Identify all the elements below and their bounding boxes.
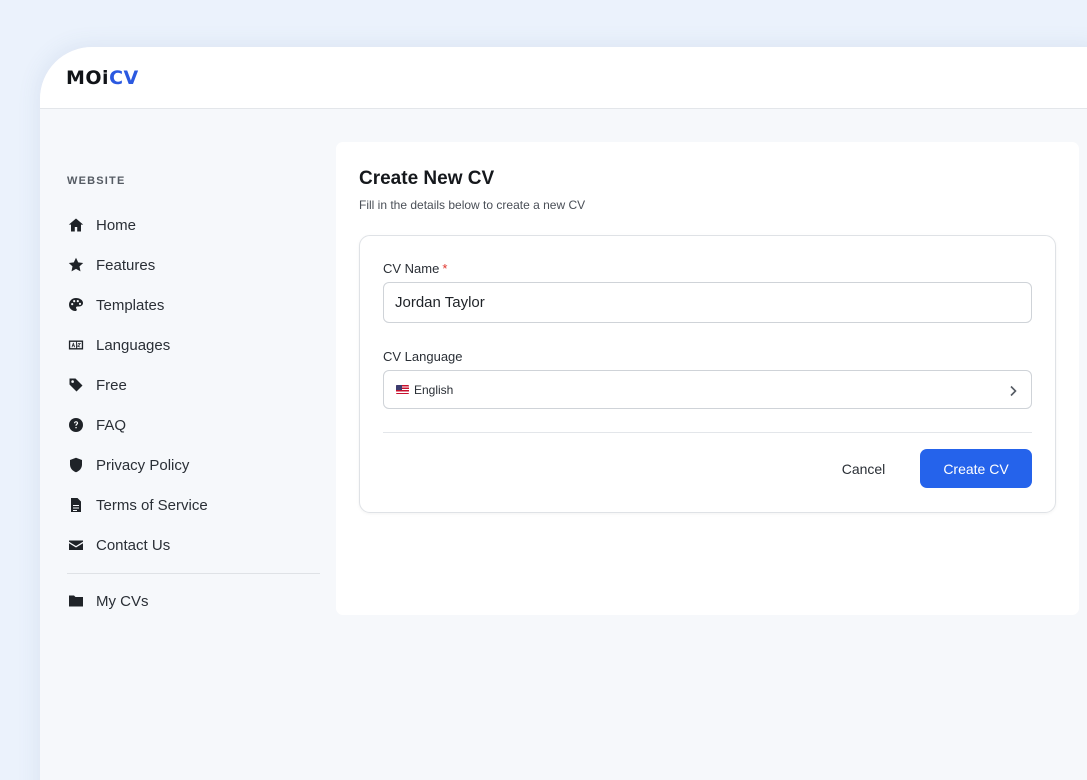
sidebar-item-faq[interactable]: FAQ bbox=[67, 405, 320, 445]
us-flag-icon bbox=[396, 385, 409, 394]
cv-language-value: English bbox=[414, 382, 454, 397]
sidebar-item-label: Templates bbox=[96, 296, 165, 314]
cv-language-select[interactable]: English bbox=[383, 370, 1032, 409]
page-title: Create New CV bbox=[359, 168, 495, 189]
cv-name-label-text: CV Name bbox=[383, 261, 440, 276]
cv-name-input[interactable] bbox=[383, 282, 1032, 323]
app-logo[interactable]: MOi CV bbox=[66, 67, 139, 89]
logo-text-moi: MOi bbox=[66, 66, 110, 89]
sidebar-item-templates[interactable]: Templates bbox=[67, 285, 320, 325]
sidebar: WEBSITE Home Features Templates Language… bbox=[67, 175, 320, 621]
shield-icon bbox=[67, 456, 85, 474]
create-cv-card: Create New CV Fill in the details below … bbox=[336, 142, 1079, 615]
required-mark: * bbox=[442, 261, 448, 276]
sidebar-item-free[interactable]: Free bbox=[67, 365, 320, 405]
sidebar-section-title: WEBSITE bbox=[67, 175, 126, 187]
sidebar-item-privacy-policy[interactable]: Privacy Policy bbox=[67, 445, 320, 485]
logo-text-cv: CV bbox=[109, 66, 139, 89]
sidebar-item-contact-us[interactable]: Contact Us bbox=[67, 525, 320, 565]
document-icon bbox=[67, 496, 85, 514]
page-subtitle: Fill in the details below to create a ne… bbox=[359, 198, 586, 212]
sidebar-item-label: Home bbox=[96, 216, 137, 234]
sidebar-item-label: My CVs bbox=[96, 592, 149, 610]
folder-icon bbox=[67, 592, 85, 610]
sidebar-item-label: Features bbox=[96, 256, 156, 274]
sidebar-item-label: FAQ bbox=[96, 416, 127, 434]
create-cv-button[interactable]: Create CV bbox=[920, 449, 1032, 488]
sidebar-item-home[interactable]: Home bbox=[67, 205, 320, 245]
language-icon bbox=[67, 336, 85, 354]
sidebar-item-label: Free bbox=[96, 376, 127, 394]
sidebar-item-label: Contact Us bbox=[96, 536, 171, 554]
home-icon bbox=[67, 216, 85, 234]
top-bar: MOi CV bbox=[40, 47, 1087, 109]
cancel-button[interactable]: Cancel bbox=[821, 449, 906, 488]
create-cv-form: CV Name* CV Language English Cancel Crea… bbox=[359, 235, 1056, 513]
palette-icon bbox=[67, 296, 85, 314]
app-window: MOi CV WEBSITE Home Features Templates L… bbox=[40, 47, 1087, 780]
cv-language-label: CV Language bbox=[383, 349, 463, 364]
star-icon bbox=[67, 256, 85, 274]
sidebar-item-my-cvs[interactable]: My CVs bbox=[67, 581, 320, 621]
sidebar-item-terms-of-service[interactable]: Terms of Service bbox=[67, 485, 320, 525]
envelope-icon bbox=[67, 536, 85, 554]
sidebar-item-label: Terms of Service bbox=[96, 496, 208, 514]
sidebar-item-languages[interactable]: Languages bbox=[67, 325, 320, 365]
sidebar-item-label: Languages bbox=[96, 336, 171, 354]
tag-icon bbox=[67, 376, 85, 394]
sidebar-item-label: Privacy Policy bbox=[96, 456, 190, 474]
sidebar-divider bbox=[67, 573, 320, 574]
question-icon bbox=[67, 416, 85, 434]
cv-name-label: CV Name * bbox=[383, 261, 447, 276]
sidebar-item-features[interactable]: Features bbox=[67, 245, 320, 285]
form-divider bbox=[383, 432, 1032, 433]
chevron-right-icon bbox=[1007, 384, 1019, 396]
